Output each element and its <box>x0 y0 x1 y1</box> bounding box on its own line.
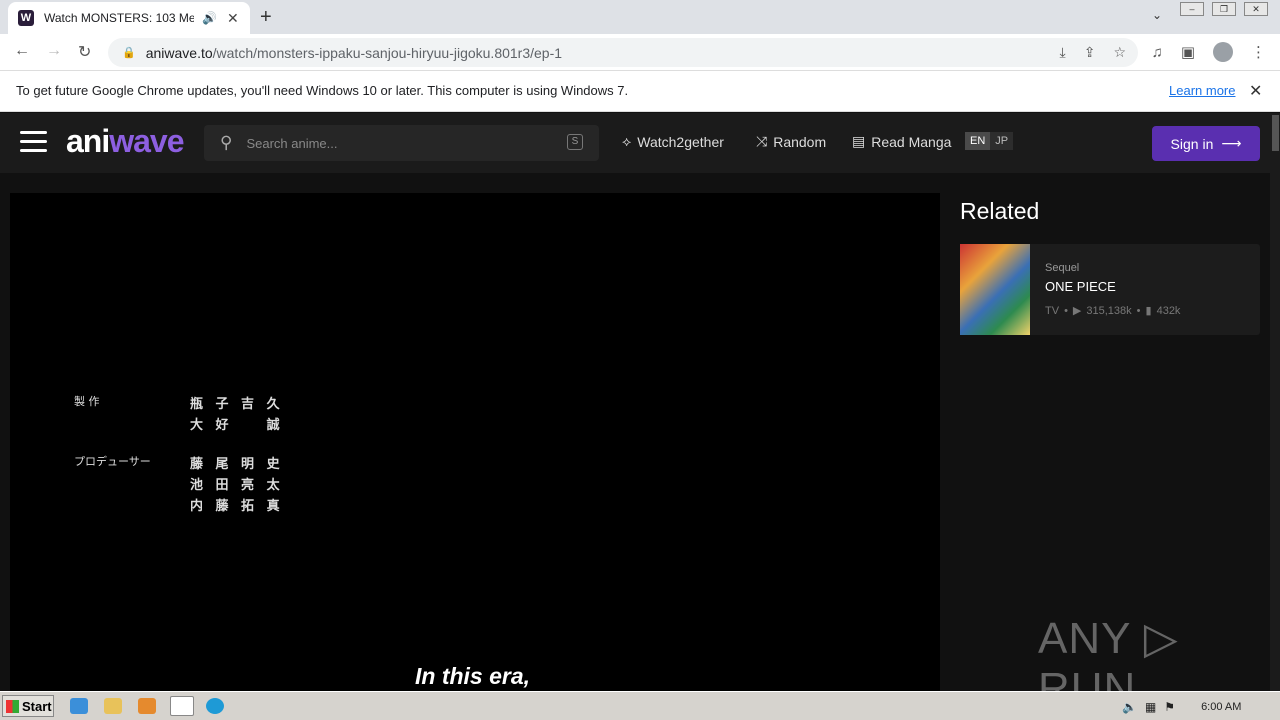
credit-name: 瓶 子 吉 久 <box>190 397 284 412</box>
forward-icon[interactable]: → <box>46 42 62 60</box>
credit-role: 製 作 <box>74 395 100 408</box>
toolbar-right: ♫ ▣ ⋮ <box>1152 42 1266 62</box>
maximize-button[interactable]: ❐ <box>1212 2 1236 16</box>
bookmark-star-icon[interactable]: ☆ <box>1113 44 1126 61</box>
start-button[interactable]: Start <box>2 695 54 717</box>
scrollbar-thumb[interactable] <box>1272 115 1279 151</box>
credits-overlay: 製 作 瓶 子 吉 久 大 好 誠 プロデューサー 藤 尾 明 史 池 田 亮 … <box>74 393 284 516</box>
related-views: 315,138k <box>1086 304 1132 317</box>
tab-close-icon[interactable]: ✕ <box>227 10 239 27</box>
browser-tab[interactable]: W Watch MONSTERS: 103 Mercies 🔊 ✕ <box>8 2 250 34</box>
credit-name: 大 好 誠 <box>190 418 284 433</box>
more-menu-icon[interactable]: ⋮ <box>1251 43 1266 61</box>
reload-icon[interactable]: ↻ <box>78 42 91 62</box>
windows-logo-icon <box>6 699 19 713</box>
close-window-button[interactable]: ✕ <box>1244 2 1268 16</box>
share-icon[interactable]: ⇪ <box>1084 44 1096 61</box>
site-logo[interactable]: aniwave <box>66 123 185 160</box>
taskbar-clock[interactable]: 6:00 AM <box>1201 701 1241 713</box>
dot-separator: • <box>1064 304 1068 317</box>
sign-in-button[interactable]: Sign in ⟶ <box>1152 126 1260 161</box>
related-heading: Related <box>960 198 1040 224</box>
volume-icon[interactable]: 🔈 <box>1122 700 1137 714</box>
lock-icon[interactable]: 🔒 <box>122 46 136 59</box>
shuffle-icon: ⤨ <box>756 133 768 149</box>
explorer-folder-icon[interactable] <box>104 698 122 714</box>
media-player-icon[interactable] <box>138 698 156 714</box>
learn-more-link[interactable]: Learn more <box>1169 83 1235 98</box>
watch2gether-link[interactable]: ⟡ Watch2gether <box>622 133 724 150</box>
credit-role: プロデューサー <box>74 455 151 468</box>
credit-name: 池 田 亮 太 <box>190 478 284 493</box>
search-icon: ⚲ <box>220 133 233 152</box>
new-tab-button[interactable]: + <box>260 6 272 29</box>
address-bar[interactable]: 🔒 aniwave.to/watch/monsters-ippaku-sanjo… <box>108 38 1138 67</box>
action-center-flag-icon[interactable]: ⚑ <box>1164 700 1175 714</box>
back-icon[interactable]: ← <box>14 42 30 60</box>
related-title[interactable]: ONE PIECE <box>1045 279 1116 294</box>
play-icon: ▶ <box>1072 305 1082 317</box>
site-favicon-icon: W <box>18 10 34 26</box>
url-text[interactable]: aniwave.to/watch/monsters-ippaku-sanjou-… <box>146 45 562 61</box>
profile-avatar[interactable] <box>1213 42 1233 62</box>
tab-search-chevron-icon[interactable]: ⌄ <box>1152 8 1162 22</box>
ie-icon[interactable] <box>70 698 88 714</box>
language-toggle: EN JP <box>965 132 1014 150</box>
main-content: 製 作 瓶 子 吉 久 大 好 誠 プロデューサー 藤 尾 明 史 池 田 亮 … <box>0 173 1270 713</box>
search-box: ⚲ S <box>204 125 599 161</box>
search-shortcut-key: S <box>567 134 583 150</box>
tab-title: Watch MONSTERS: 103 Mercies <box>44 11 194 25</box>
install-icon[interactable]: ⤓ <box>1060 44 1066 61</box>
hamburger-menu-icon[interactable] <box>20 131 47 158</box>
audio-playing-icon[interactable]: 🔊 <box>202 11 217 25</box>
watch2gether-icon: ⟡ <box>622 133 632 149</box>
lang-en-button[interactable]: EN <box>965 132 991 150</box>
chrome-taskbar-icon[interactable] <box>170 696 194 716</box>
credit-name: 藤 尾 明 史 <box>190 457 284 472</box>
dot-separator: • <box>1136 304 1141 317</box>
side-panel-icon[interactable]: ▣ <box>1181 43 1195 61</box>
related-meta: TV • ▶ 315,138k • ▮ 432k <box>1045 304 1181 318</box>
credit-row: 製 作 瓶 子 吉 久 大 好 誠 <box>74 393 284 435</box>
video-player[interactable]: 製 作 瓶 子 吉 久 大 好 誠 プロデューサー 藤 尾 明 史 池 田 亮 … <box>10 193 940 691</box>
related-relation: Sequel <box>1045 262 1080 274</box>
window-controls: – ❐ ✕ <box>1180 2 1268 16</box>
credit-row: プロデューサー 藤 尾 明 史 池 田 亮 太 内 藤 拓 真 <box>74 453 284 516</box>
search-input[interactable] <box>246 135 547 151</box>
windows-taskbar: Start 🔈 ▦ ⚑ 6:00 AM <box>0 691 1280 720</box>
related-type: TV <box>1045 304 1060 317</box>
edge-icon[interactable] <box>206 698 224 714</box>
credit-name: 内 藤 拓 真 <box>190 499 284 514</box>
browser-tab-strip: W Watch MONSTERS: 103 Mercies 🔊 ✕ + ⌄ – … <box>0 0 1280 34</box>
related-item[interactable]: Sequel ONE PIECE TV • ▶ 315,138k • ▮ 432… <box>960 244 1260 335</box>
update-infobar: To get future Google Chrome updates, you… <box>0 71 1280 112</box>
arrow-right-icon: ⟶ <box>1221 135 1242 151</box>
network-icon[interactable]: ▦ <box>1145 700 1156 714</box>
bookmark-icon: ▮ <box>1145 305 1152 317</box>
infobar-close-icon[interactable]: ✕ <box>1249 81 1262 101</box>
lang-jp-button[interactable]: JP <box>990 132 1014 150</box>
system-tray: 🔈 ▦ ⚑ 6:00 AM <box>1122 696 1280 718</box>
book-icon: ▤ <box>852 133 866 149</box>
related-bookmarks: 432k <box>1156 304 1181 317</box>
site-header: aniwave ⚲ S ⟡Watch2gether ⤨Random ▤Read … <box>0 113 1270 173</box>
media-control-icon[interactable]: ♫ <box>1152 44 1163 61</box>
credit-names: 瓶 子 吉 久 大 好 誠 <box>190 393 284 435</box>
infobar-message: To get future Google Chrome updates, you… <box>16 83 629 98</box>
random-link[interactable]: ⤨ Random <box>756 133 826 150</box>
read-manga-link[interactable]: ▤ Read Manga <box>852 133 951 150</box>
minimize-button[interactable]: – <box>1180 2 1204 16</box>
related-poster-image[interactable] <box>960 244 1030 335</box>
credit-names: 藤 尾 明 史 池 田 亮 太 内 藤 拓 真 <box>190 453 284 516</box>
browser-toolbar: ← → ↻ 🔒 aniwave.to/watch/monsters-ippaku… <box>0 34 1280 71</box>
omnibox-actions: ⤓ ⇪ ☆ <box>1060 44 1127 61</box>
page-scrollbar[interactable] <box>1270 113 1280 691</box>
video-subtitle: In this era, <box>415 663 531 689</box>
